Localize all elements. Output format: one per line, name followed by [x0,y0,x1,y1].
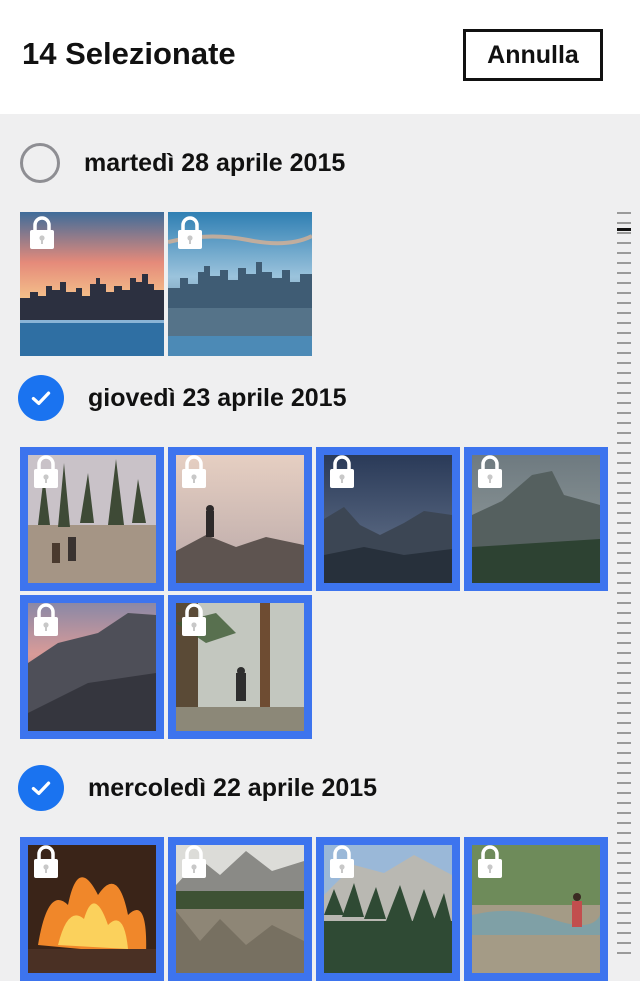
section-header: mercoledì 22 aprile 2015 [18,764,378,812]
lock-icon [32,455,60,489]
photo-thumbnail[interactable] [168,212,312,356]
select-day-toggle-unselected[interactable] [20,143,60,183]
timeline-scrubber-marker[interactable] [617,228,631,231]
photo-thumbnail-selected[interactable] [464,447,608,591]
lock-icon [328,845,356,879]
lock-icon [476,845,504,879]
photo-thumbnail-selected[interactable] [20,595,164,739]
checkmark-icon [28,775,54,801]
photo-thumbnail[interactable] [20,212,164,356]
lock-icon [476,455,504,489]
photo-thumbnail-selected[interactable] [316,447,460,591]
section-date: mercoledì 22 aprile 2015 [88,773,378,802]
selection-count-title: 14 Selezionate [22,36,236,71]
photo-thumbnail-selected[interactable] [20,837,164,981]
photo-thumbnail-selected[interactable] [20,447,164,591]
photo-thumbnail-selected[interactable] [168,595,312,739]
header: 14 Selezionate Annulla [0,0,640,114]
photo-thumbnail-selected[interactable] [168,837,312,981]
lock-icon [180,603,208,637]
lock-icon [32,603,60,637]
select-day-toggle-selected[interactable] [18,765,64,811]
section-date: martedì 28 aprile 2015 [84,148,346,177]
photo-thumbnail-selected[interactable] [168,447,312,591]
lock-icon [28,216,56,250]
photo-thumbnail-selected[interactable] [316,837,460,981]
lock-icon [32,845,60,879]
checkmark-icon [28,385,54,411]
section-header: martedì 28 aprile 2015 [20,139,345,187]
section-date: giovedì 23 aprile 2015 [88,383,347,412]
cancel-button[interactable]: Annulla [463,29,603,81]
timeline-scrubber[interactable] [617,212,631,960]
photo-thumbnail-selected[interactable] [464,837,608,981]
lock-icon [328,455,356,489]
lock-icon [176,216,204,250]
section-header: giovedì 23 aprile 2015 [18,374,347,422]
lock-icon [180,455,208,489]
lock-icon [180,845,208,879]
select-day-toggle-selected[interactable] [18,375,64,421]
